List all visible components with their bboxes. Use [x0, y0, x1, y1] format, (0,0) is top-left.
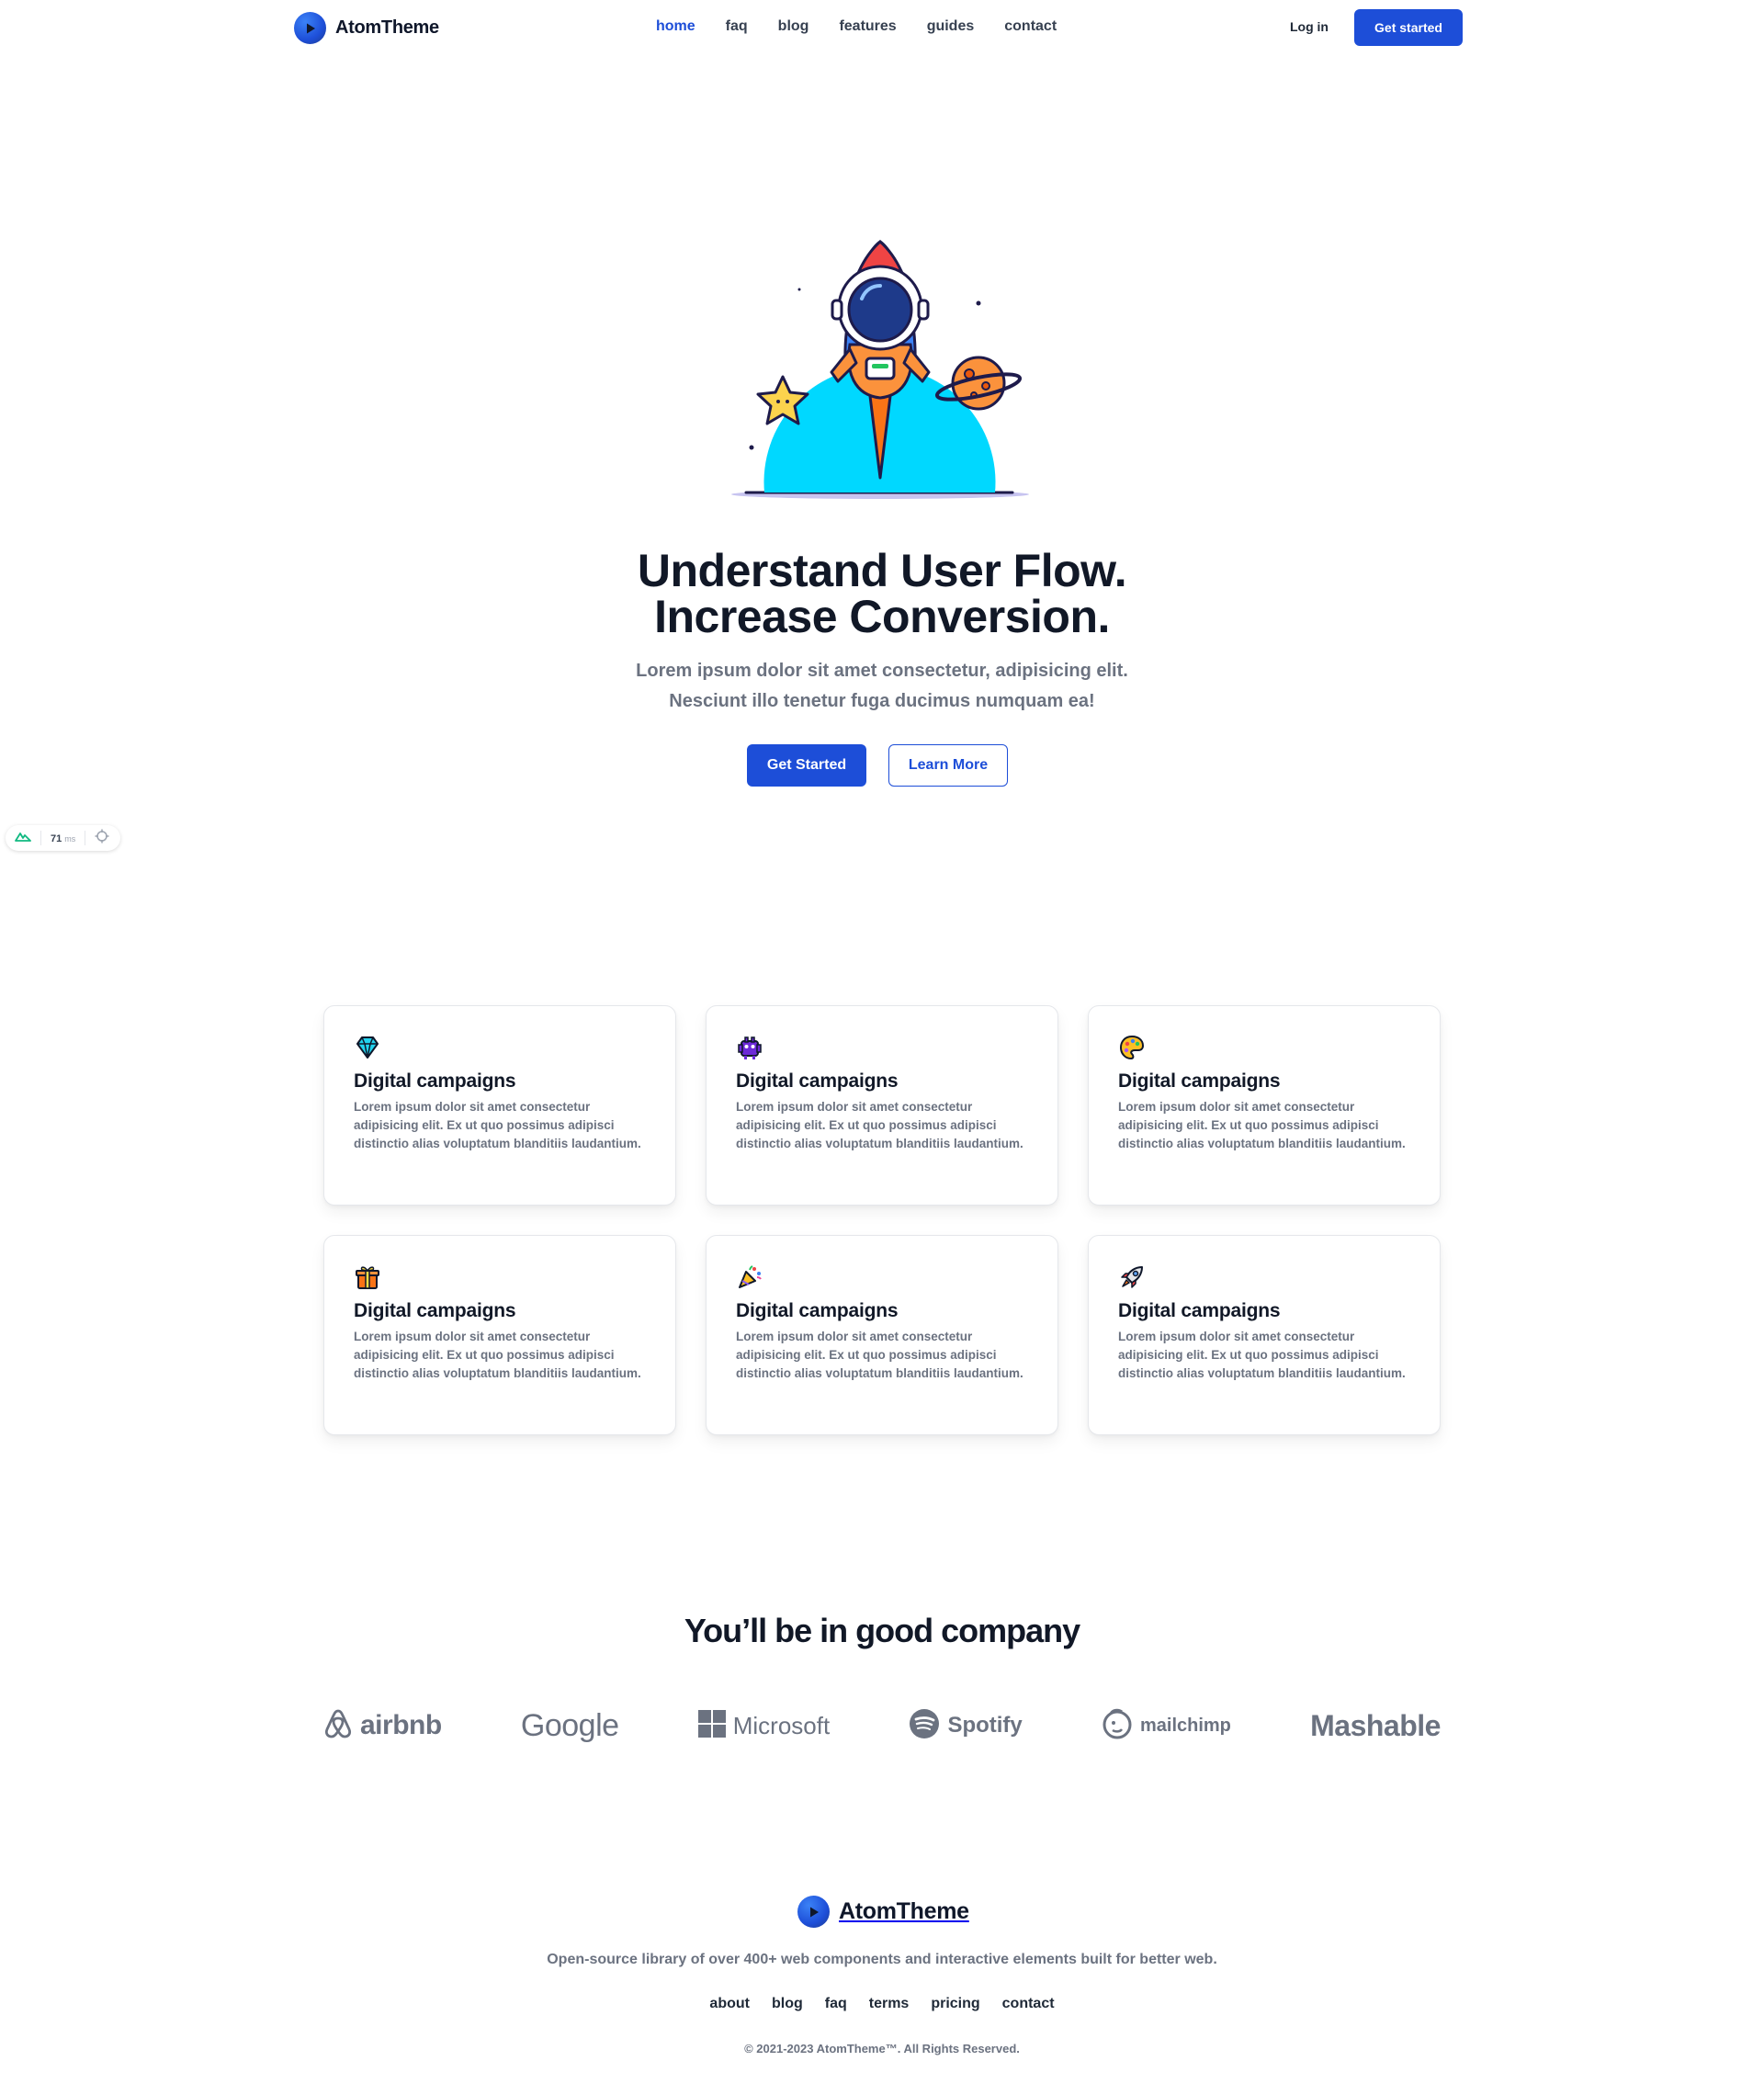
- nav-item-contact[interactable]: contact: [1004, 18, 1057, 35]
- feature-card: Digital campaigns Lorem ipsum dolor sit …: [706, 1005, 1058, 1206]
- get-started-header-button[interactable]: Get started: [1354, 9, 1463, 46]
- feature-card: Digital campaigns Lorem ipsum dolor sit …: [323, 1235, 676, 1435]
- airbnb-logo: airbnb: [323, 1708, 442, 1744]
- feature-card-title: Digital campaigns: [736, 1300, 899, 1321]
- feature-card: Digital campaigns Lorem ipsum dolor sit …: [1088, 1005, 1441, 1206]
- feature-card: Digital campaigns Lorem ipsum dolor sit …: [706, 1235, 1058, 1435]
- footer-brand-logo-link[interactable]: AtomTheme: [797, 1896, 969, 1928]
- microsoft-windows-icon: [697, 1709, 726, 1742]
- perf-widget[interactable]: 71 ms: [6, 825, 120, 851]
- feature-card-body: Lorem ipsum dolor sit amet consectetur a…: [1118, 1330, 1406, 1380]
- gift-icon: [354, 1263, 381, 1291]
- hero-subtitle-line-1: Lorem ipsum dolor sit amet consectetur, …: [636, 661, 1128, 681]
- play-logo-icon: [294, 12, 326, 44]
- footer-link-about[interactable]: about: [709, 1996, 750, 2012]
- party-popper-icon: [736, 1263, 763, 1291]
- perf-readout: 71 ms: [51, 830, 75, 846]
- crosshair-icon[interactable]: [95, 829, 109, 848]
- footer-description: Open-source library of over 400+ web com…: [547, 1952, 1217, 1967]
- footer-link-blog[interactable]: blog: [772, 1996, 803, 2012]
- footer-link-terms[interactable]: terms: [869, 1996, 910, 2012]
- astronaut-rocket-illustration: [726, 234, 1038, 510]
- hero-subtitle-line-2: Nesciunt illo tenetur fuga ducimus numqu…: [669, 691, 1095, 711]
- mailchimp-freddie-icon: [1102, 1707, 1133, 1745]
- perf-divider: [40, 831, 41, 845]
- nav-item-faq[interactable]: faq: [726, 18, 748, 35]
- footer-link-pricing[interactable]: pricing: [931, 1996, 979, 2012]
- mailchimp-logo: mailchimp: [1102, 1707, 1231, 1745]
- footer-brand-name: AtomTheme: [839, 1898, 969, 1924]
- airbnb-wordmark: airbnb: [360, 1710, 442, 1740]
- spotify-icon: [909, 1708, 940, 1744]
- feature-card: Digital campaigns Lorem ipsum dolor sit …: [1088, 1235, 1441, 1435]
- feature-card-body: Lorem ipsum dolor sit amet consectetur a…: [354, 1330, 641, 1380]
- nav-item-features[interactable]: features: [839, 18, 896, 35]
- brand-name: AtomTheme: [335, 17, 439, 38]
- footer-nav: about blog faq terms pricing contact: [0, 1996, 1764, 2012]
- hero-title-line-2: Increase Conversion.: [654, 591, 1110, 642]
- feature-card-title: Digital campaigns: [736, 1070, 899, 1092]
- google-wordmark: Google: [520, 1707, 619, 1743]
- hero-title-line-1: Understand User Flow.: [637, 545, 1127, 596]
- diamond-icon: [354, 1034, 381, 1061]
- feature-card-title: Digital campaigns: [354, 1300, 516, 1321]
- brand-logo-link[interactable]: AtomTheme: [294, 12, 439, 44]
- nav-item-blog[interactable]: blog: [778, 18, 809, 35]
- feature-card-title: Digital campaigns: [354, 1070, 516, 1092]
- nav-item-guides[interactable]: guides: [927, 18, 975, 35]
- feature-card-title: Digital campaigns: [1118, 1300, 1281, 1321]
- feature-card-title: Digital campaigns: [1118, 1070, 1281, 1092]
- footer-link-faq[interactable]: faq: [825, 1996, 847, 2012]
- company-section-title: You’ll be in good company: [684, 1612, 1080, 1649]
- play-logo-icon: [797, 1896, 830, 1928]
- nav-item-home[interactable]: home: [656, 18, 695, 35]
- mashable-logo: Mashable: [1310, 1709, 1441, 1743]
- feature-cards: Digital campaigns Lorem ipsum dolor sit …: [323, 1005, 1441, 1435]
- airbnb-icon: [323, 1708, 353, 1744]
- copyright-text: © 2021-2023 AtomTheme™. All Rights Reser…: [744, 2042, 1020, 2055]
- main-nav: home faq blog features guides contact: [656, 18, 1057, 35]
- learn-more-button[interactable]: Learn More: [888, 744, 1008, 787]
- feature-card: Digital campaigns Lorem ipsum dolor sit …: [323, 1005, 676, 1206]
- mailchimp-wordmark: mailchimp: [1139, 1715, 1231, 1736]
- hero-subtitle: Lorem ipsum dolor sit amet consectetur, …: [0, 656, 1764, 717]
- microsoft-wordmark: Microsoft: [732, 1711, 831, 1739]
- feature-card-body: Lorem ipsum dolor sit amet consectetur a…: [354, 1100, 641, 1150]
- feature-card-body: Lorem ipsum dolor sit amet consectetur a…: [1118, 1100, 1406, 1150]
- spotify-logo: Spotify: [909, 1708, 1023, 1744]
- perf-unit: ms: [64, 834, 76, 844]
- alien-monster-icon: [736, 1034, 763, 1061]
- microsoft-logo: Microsoft: [697, 1709, 831, 1742]
- palette-icon: [1118, 1034, 1146, 1061]
- mashable-wordmark: Mashable: [1310, 1708, 1441, 1742]
- rocket-icon: [1118, 1263, 1146, 1291]
- nuxt-icon: [15, 830, 31, 846]
- site-header: AtomTheme home faq blog features guides …: [0, 0, 1764, 55]
- spotify-wordmark: Spotify: [947, 1713, 1023, 1738]
- get-started-button[interactable]: Get Started: [747, 744, 866, 787]
- perf-value: 71: [51, 833, 62, 844]
- google-logo: Google: [521, 1708, 619, 1744]
- feature-card-body: Lorem ipsum dolor sit amet consectetur a…: [736, 1100, 1023, 1150]
- login-link[interactable]: Log in: [1290, 19, 1329, 34]
- footer-link-contact[interactable]: contact: [1002, 1996, 1055, 2012]
- hero-title: Understand User Flow. Increase Conversio…: [0, 548, 1764, 640]
- feature-card-body: Lorem ipsum dolor sit amet consectetur a…: [736, 1330, 1023, 1380]
- company-logos: airbnb Google Microsoft Spotify mailchim…: [323, 1700, 1441, 1751]
- hero-buttons: Get Started Learn More: [747, 744, 1008, 787]
